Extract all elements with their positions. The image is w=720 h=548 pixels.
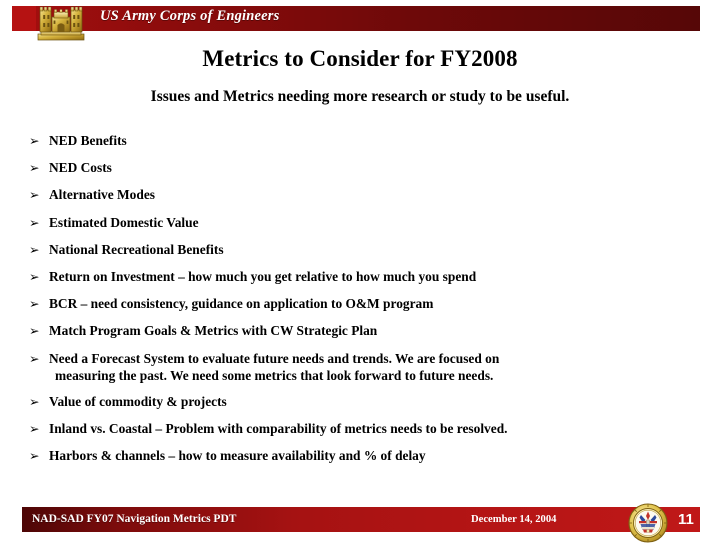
chevron-bullet-icon: ➢: [29, 133, 40, 148]
list-item: ➢ Return on Investment – how much you ge…: [29, 268, 689, 286]
list-item: ➢ NED Benefits: [29, 132, 689, 150]
list-item: ➢ NED Costs: [29, 159, 689, 177]
slide-header: US Army Corps of Engineers: [0, 0, 720, 42]
list-item: ➢ Harbors & channels – how to measure av…: [29, 447, 689, 465]
usace-castle-icon: [35, 1, 87, 42]
chevron-bullet-icon: ➢: [29, 241, 40, 257]
chevron-bullet-icon: ➢: [29, 214, 40, 230]
bullet-list: ➢ NED Benefits ➢ NED Costs ➢ Alternative…: [29, 132, 689, 474]
list-item-label: Harbors & channels – how to measure avai…: [49, 448, 426, 464]
list-item-label: Value of commodity & projects: [49, 393, 227, 409]
organization-title: US Army Corps of Engineers: [100, 8, 280, 24]
list-item: ➢ BCR – need consistency, guidance on ap…: [29, 295, 689, 313]
chevron-bullet-icon: ➢: [29, 421, 40, 437]
chevron-bullet-icon: ➢: [29, 160, 40, 176]
list-item: ➢ Alternative Modes: [29, 186, 689, 204]
list-item-label: Need a Forecast System to evaluate futur…: [49, 350, 689, 385]
list-item: ➢ Inland vs. Coastal – Problem with comp…: [29, 420, 689, 438]
list-item-label: NED Costs: [49, 160, 112, 176]
list-item-label: National Recreational Benefits: [49, 241, 224, 257]
list-item-label: Alternative Modes: [49, 187, 155, 203]
list-item-label: Estimated Domestic Value: [49, 214, 199, 230]
chevron-bullet-icon: ➢: [29, 350, 40, 366]
list-item-label: NED Benefits: [49, 133, 127, 148]
list-item-label: Match Program Goals & Metrics with CW St…: [49, 323, 378, 339]
list-item-line-2: measuring the past. We need some metrics…: [55, 368, 494, 384]
chevron-bullet-icon: ➢: [29, 323, 40, 339]
list-item-line-1: Need a Forecast System to evaluate futur…: [49, 350, 500, 366]
list-item: ➢ Match Program Goals & Metrics with CW …: [29, 322, 689, 340]
list-item-label: Return on Investment – how much you get …: [49, 268, 477, 284]
list-item-label: BCR – need consistency, guidance on appl…: [49, 296, 434, 312]
slide-footer: NAD-SAD FY07 Navigation Metrics PDT Dece…: [0, 503, 720, 543]
chevron-bullet-icon: ➢: [29, 296, 40, 312]
list-item: ➢ Estimated Domestic Value: [29, 214, 689, 232]
department-of-army-seal-icon: [628, 503, 668, 543]
page-title: Metrics to Consider for FY2008: [202, 46, 518, 71]
footer-date: December 14, 2004: [471, 514, 557, 525]
page-subtitle: Issues and Metrics needing more research…: [150, 88, 570, 105]
chevron-bullet-icon: ➢: [29, 187, 40, 203]
chevron-bullet-icon: ➢: [29, 268, 40, 284]
chevron-bullet-icon: ➢: [29, 448, 40, 464]
list-item: ➢ National Recreational Benefits: [29, 241, 689, 259]
chevron-bullet-icon: ➢: [29, 393, 40, 409]
list-item-label: Inland vs. Coastal – Problem with compar…: [49, 421, 508, 437]
list-item: ➢ Need a Forecast System to evaluate fut…: [29, 350, 689, 385]
footer-project-label: NAD-SAD FY07 Navigation Metrics PDT: [32, 513, 237, 525]
list-item: ➢ Value of commodity & projects: [29, 393, 689, 411]
page-number: 11: [678, 511, 694, 528]
header-accent-block: [12, 6, 36, 31]
